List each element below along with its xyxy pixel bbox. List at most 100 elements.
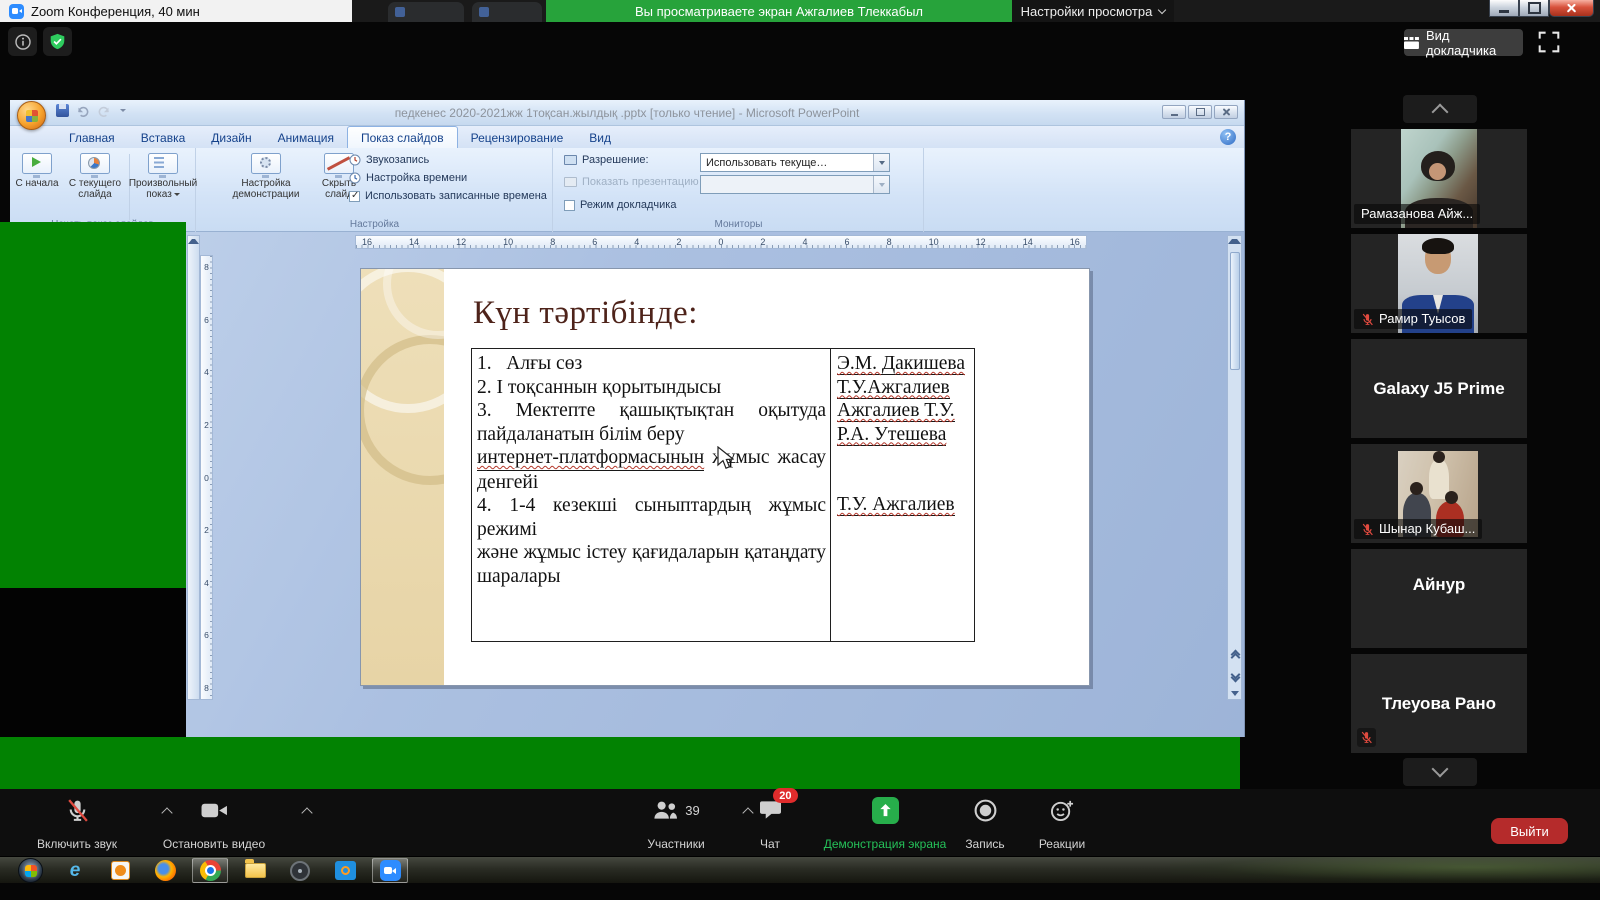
participant-tile[interactable]: Galaxy J5 Prime	[1351, 339, 1527, 438]
window-controls	[1489, 0, 1594, 17]
participant-name-label: Шынар Кубаш...	[1354, 519, 1482, 539]
agenda-table: 1. Алғы сөз 2. I тоқсаннын қорытындысы 3…	[471, 348, 975, 642]
taskbar-chrome[interactable]	[192, 858, 228, 883]
slides-panel-scrollbar[interactable]	[187, 235, 200, 700]
scrollbar-thumb[interactable]	[1230, 252, 1240, 370]
security-button[interactable]	[43, 27, 72, 56]
taskbar-media-player[interactable]	[102, 858, 138, 883]
participants-scroll-up-button[interactable]	[1403, 95, 1477, 123]
fullscreen-icon	[1538, 31, 1560, 53]
participant-tile[interactable]: Рамир Туысов	[1351, 234, 1527, 333]
select-arrow-icon	[873, 154, 889, 171]
participant-tile[interactable]: Айнур	[1351, 549, 1527, 648]
close-button[interactable]	[1549, 0, 1594, 17]
powerpoint-window: педкенес 2020-2021жж 1тоқсан.жылдық .ppt…	[10, 100, 1245, 737]
internet-explorer-icon: e	[70, 860, 81, 882]
participant-tile[interactable]: Тлеуова Рано	[1351, 654, 1527, 753]
agenda-items-column: 1. Алғы сөз 2. I тоқсаннын қорытындысы 3…	[472, 349, 830, 641]
ppt-window-title: педкенес 2020-2021жж 1тоқсан.жылдық .ppt…	[10, 106, 1244, 120]
ppt-minimize-button[interactable]	[1162, 105, 1186, 119]
checkbox-checked-icon	[349, 191, 360, 202]
ribbon-group-setup: Настройка демонстрации Скрыть слайд Звук…	[197, 148, 553, 232]
office-button[interactable]	[17, 101, 46, 130]
fullscreen-button[interactable]	[1536, 29, 1562, 55]
chrome-icon	[200, 860, 221, 881]
share-banner: Вы просматриваете экран Ажгалиев Тлеккаб…	[546, 0, 1012, 22]
setup-slideshow-button[interactable]: Настройка демонстрации	[223, 153, 309, 200]
rehearse-timings-button[interactable]: Настройка времени	[349, 172, 467, 184]
previous-slide-button[interactable]	[1229, 651, 1241, 657]
record-button[interactable]: Запись	[952, 795, 1018, 851]
chat-button[interactable]: 20 Чат	[742, 795, 798, 851]
participant-name-label: Galaxy J5 Prime	[1351, 339, 1527, 438]
ribbon-group-monitors: Разрешение: Использовать текуще… Показат…	[554, 148, 924, 232]
reactions-button[interactable]: Реакции	[1026, 795, 1098, 851]
mic-muted-icon	[1361, 523, 1374, 536]
record-narration-button[interactable]: Звукозапись	[349, 154, 429, 166]
scroll-up-icon[interactable]	[1228, 239, 1241, 244]
taskbar-file-explorer[interactable]	[237, 858, 273, 883]
taskbar-media-player-classic[interactable]	[282, 858, 318, 883]
mic-muted-icon	[1360, 731, 1373, 744]
tab-vstavka[interactable]: Вставка	[128, 127, 199, 148]
resolution-select[interactable]: Использовать текуще…	[700, 153, 890, 172]
firefox-icon	[155, 860, 176, 881]
slideshow-current-icon	[80, 153, 110, 174]
record-icon	[973, 798, 998, 823]
next-slide-button[interactable]	[1229, 675, 1241, 681]
tab-glavnaya[interactable]: Главная	[56, 127, 128, 148]
shield-check-icon	[49, 33, 66, 50]
ribbon: С начала С текущего слайда Произвольный …	[10, 148, 1244, 232]
participant-tile[interactable]: Шынар Кубаш...	[1351, 444, 1527, 543]
custom-show-button[interactable]: Произвольный показ	[133, 153, 193, 200]
minimize-button[interactable]	[1489, 0, 1519, 17]
use-timings-checkbox[interactable]: Использовать записанные времена	[349, 190, 547, 202]
tab-pokaz-slaidov[interactable]: Показ слайдов	[347, 126, 458, 148]
select-arrow-icon	[873, 176, 889, 193]
participants-count: 39	[685, 803, 699, 818]
meeting-info-button[interactable]	[8, 27, 37, 56]
from-current-slide-button[interactable]: С текущего слайда	[64, 153, 126, 200]
zoom-toolbar: Включить звук Остановить видео 39 Участн…	[0, 789, 1600, 856]
media-player-icon	[111, 861, 130, 880]
ppt-close-button[interactable]	[1214, 105, 1238, 119]
tab-recenzirovanie[interactable]: Рецензирование	[458, 127, 577, 148]
tab-animaciya[interactable]: Анимация	[265, 127, 347, 148]
unmute-button[interactable]: Включить звук	[12, 795, 142, 851]
rehearse-timings-icon	[349, 172, 361, 184]
participant-tile[interactable]: Рамазанова Айж...	[1351, 129, 1527, 228]
taskbar-zoom[interactable]	[372, 858, 408, 883]
slideshow-play-icon	[22, 153, 52, 174]
ppt-vertical-scrollbar[interactable]	[1227, 235, 1242, 700]
participant-name-label: Рамазанова Айж...	[1354, 204, 1480, 224]
info-icon	[15, 34, 31, 50]
taskbar-internet-explorer[interactable]: e	[57, 858, 93, 883]
ribbon-tab-strip: Главная Вставка Дизайн Анимация Показ сл…	[10, 126, 1244, 148]
share-screen-button[interactable]: Демонстрация экрана	[816, 795, 954, 851]
tab-dizain[interactable]: Дизайн	[198, 127, 264, 148]
tab-vid[interactable]: Вид	[576, 127, 624, 148]
speaker-view-button[interactable]: Вид докладчика	[1404, 29, 1523, 56]
mic-muted-icon	[65, 798, 90, 823]
scroll-down-icon[interactable]	[1231, 691, 1239, 696]
vertical-ruler: 864202468	[200, 255, 213, 700]
start-button[interactable]	[12, 858, 48, 883]
stop-video-button[interactable]: Остановить видео	[146, 795, 282, 851]
from-beginning-button[interactable]: С начала	[14, 153, 60, 189]
resolution-label: Разрешение:	[564, 154, 649, 166]
zoom-app-icon	[380, 860, 401, 881]
slide-theme-accent	[361, 269, 444, 685]
participants-scroll-down-button[interactable]	[1403, 758, 1477, 786]
leave-meeting-button[interactable]: Выйти	[1491, 818, 1568, 844]
taskbar-firefox[interactable]	[147, 858, 183, 883]
view-settings-button[interactable]: Настройки просмотра	[1012, 0, 1174, 22]
presenter-view-checkbox[interactable]: Режим докладчика	[564, 199, 676, 211]
ppt-maximize-button[interactable]	[1188, 105, 1212, 119]
meeting-title: Zoom Конференция, 40 мин	[31, 4, 200, 19]
participants-button[interactable]: 39 Участники	[620, 795, 732, 851]
monitor-icon	[564, 155, 577, 165]
video-options-chevron[interactable]	[301, 807, 312, 818]
taskbar-home-app[interactable]	[327, 858, 363, 883]
maximize-button[interactable]	[1519, 0, 1549, 17]
help-button[interactable]	[1220, 129, 1236, 145]
